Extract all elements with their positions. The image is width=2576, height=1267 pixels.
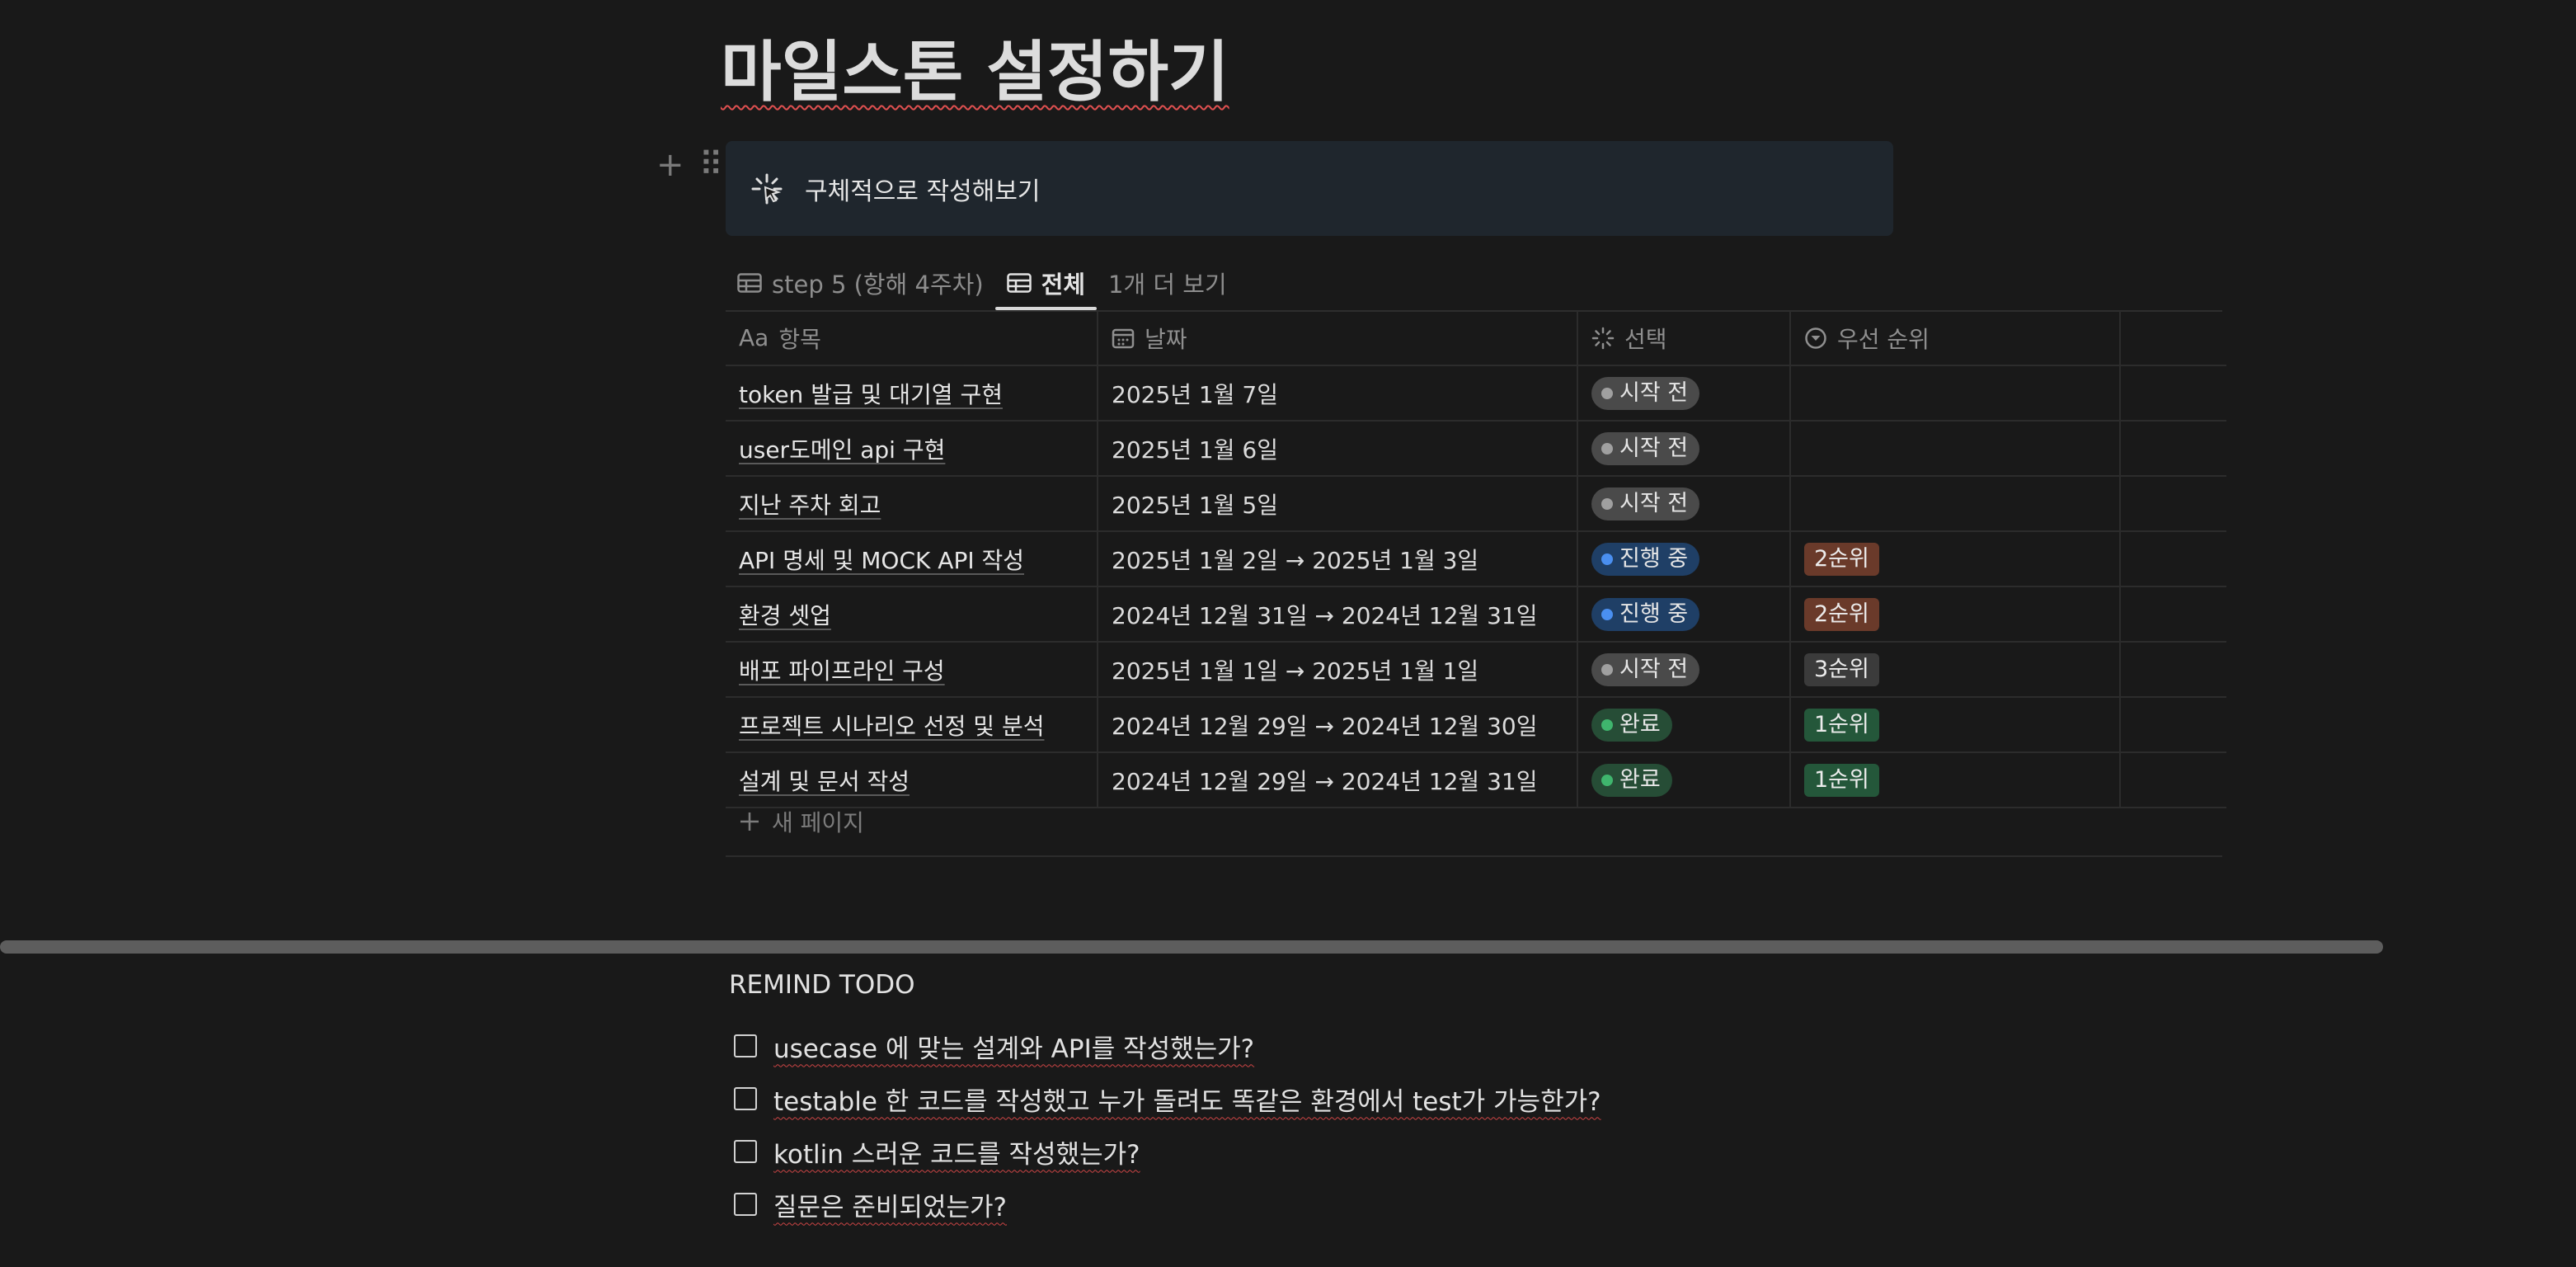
status-badge[interactable]: 진행 중 (1591, 597, 1700, 631)
tab-more[interactable]: 1개 더 보기 (1097, 256, 1239, 310)
add-block-icon[interactable]: + (656, 148, 684, 181)
todo-text[interactable]: testable 한 코드를 작성했고 누가 돌려도 똑같은 환경에서 test… (773, 1081, 1601, 1118)
table-row[interactable]: 배포 파이프라인 구성 2025년 1월 1일 → 2025년 1월 1일 시작… (726, 642, 2226, 698)
status-badge[interactable]: 완료 (1591, 763, 1672, 797)
tab-step5[interactable]: step 5 (항해 4주차) (726, 256, 995, 310)
tab-all[interactable]: 전체 (994, 256, 1098, 310)
row-priority-empty[interactable] (1790, 421, 2121, 477)
todo-list: usecase 에 맞는 설계와 API를 작성했는가? testable 한 … (734, 1020, 1601, 1231)
row-priority-empty[interactable] (1790, 476, 2121, 532)
table-icon (1006, 273, 1032, 293)
row-date: 2025년 1월 5일 (1098, 476, 1578, 532)
select-icon (1805, 327, 1826, 349)
todo-item: 질문은 준비되었는가? (734, 1178, 1601, 1231)
todo-text[interactable]: kotlin 스러운 코드를 작성했는가? (773, 1133, 1140, 1170)
column-header-status[interactable]: 선택 (1577, 311, 1791, 366)
status-dot (1601, 387, 1613, 399)
todo-item: kotlin 스러운 코드를 작성했는가? (734, 1125, 1601, 1178)
table-row[interactable]: token 발급 및 대기열 구현 2025년 1월 7일 시작 전 (726, 365, 2226, 422)
row-name[interactable]: 설계 및 문서 작성 (726, 752, 1098, 808)
todo-item: testable 한 코드를 작성했고 누가 돌려도 똑같은 환경에서 test… (734, 1072, 1601, 1125)
todo-checkbox[interactable] (734, 1087, 757, 1110)
tab-label: 1개 더 보기 (1108, 271, 1227, 299)
status-dot (1601, 553, 1613, 565)
column-header-priority[interactable]: 우선 순위 (1790, 311, 2121, 366)
column-header-add[interactable] (2120, 311, 2226, 366)
priority-tag[interactable]: 2순위 (1804, 542, 1879, 576)
todo-item: usecase 에 맞는 설계와 API를 작성했는가? (734, 1020, 1601, 1072)
callout-text: 구체적으로 작성해보기 (805, 177, 1041, 206)
row-priority-empty[interactable] (1790, 365, 2121, 422)
status-icon (1591, 327, 1615, 349)
tab-label: step 5 (항해 4주차) (772, 271, 984, 299)
row-name[interactable]: 배포 파이프라인 구성 (726, 642, 1098, 698)
new-page-label: 새 페이지 (772, 809, 864, 836)
plus-icon (740, 812, 759, 831)
row-name[interactable]: token 발급 및 대기열 구현 (726, 365, 1098, 422)
tab-label: 전체 (1041, 271, 1086, 299)
block-handles: + ⠿ (656, 148, 723, 181)
row-name[interactable]: 환경 셋업 (726, 586, 1098, 643)
new-page-button[interactable]: 새 페이지 (739, 805, 864, 838)
horizontal-scrollbar[interactable] (0, 940, 2383, 954)
row-date: 2024년 12월 29일 → 2024년 12월 31일 (1098, 752, 1578, 808)
table-row[interactable]: API 명세 및 MOCK API 작성 2025년 1월 2일 → 2025년… (726, 531, 2226, 587)
table-row[interactable]: 지난 주차 회고 2025년 1월 5일 시작 전 (726, 476, 2226, 532)
view-tabs: step 5 (항해 4주차) 전체 1개 더 보기 (726, 256, 2222, 310)
status-badge[interactable]: 시작 전 (1591, 487, 1700, 520)
status-badge[interactable]: 완료 (1591, 708, 1672, 742)
row-name[interactable]: API 명세 및 MOCK API 작성 (726, 531, 1098, 587)
priority-tag[interactable]: 2순위 (1804, 597, 1879, 631)
status-badge[interactable]: 시작 전 (1591, 652, 1700, 686)
table-icon (737, 273, 762, 293)
row-date: 2024년 12월 31일 → 2024년 12월 31일 (1098, 586, 1578, 643)
column-header-date[interactable]: 날짜 (1098, 311, 1578, 366)
callout-block[interactable]: 구체적으로 작성해보기 (726, 141, 1893, 236)
calendar-icon (1112, 328, 1135, 348)
status-dot (1601, 718, 1613, 731)
status-dot (1601, 774, 1613, 786)
priority-tag[interactable]: 1순위 (1804, 708, 1879, 742)
todo-text[interactable]: usecase 에 맞는 설계와 API를 작성했는가? (773, 1028, 1254, 1065)
table-row[interactable]: 환경 셋업 2024년 12월 31일 → 2024년 12월 31일 진행 중… (726, 586, 2226, 643)
row-name[interactable]: 지난 주차 회고 (726, 476, 1098, 532)
column-header-name[interactable]: Aa 항목 (726, 311, 1098, 366)
row-name[interactable]: user도메인 api 구현 (726, 421, 1098, 477)
database-table: Aa 항목 날짜 선택 우선 순위 token 발급 및 대기열 구현 2025… (726, 311, 2226, 808)
todo-checkbox[interactable] (734, 1140, 757, 1163)
status-badge[interactable]: 진행 중 (1591, 542, 1700, 576)
priority-tag[interactable]: 1순위 (1804, 763, 1879, 797)
todo-text[interactable]: 질문은 준비되었는가? (773, 1186, 1007, 1223)
status-dot (1601, 442, 1613, 455)
status-dot (1601, 663, 1613, 676)
divider (726, 855, 2222, 857)
todo-checkbox[interactable] (734, 1034, 757, 1057)
text-property-icon: Aa (739, 324, 769, 351)
row-date: 2025년 1월 7일 (1098, 365, 1578, 422)
priority-tag[interactable]: 3순위 (1804, 652, 1879, 686)
status-badge[interactable]: 시작 전 (1591, 376, 1700, 410)
notion-page: 마일스톤 설정하기 + ⠿ 구체적으로 작성해보기 step 5 (항해 4주차… (0, 0, 2576, 1267)
table-row[interactable]: 프로젝트 시나리오 선정 및 분석 2024년 12월 29일 → 2024년 … (726, 697, 2226, 753)
status-badge[interactable]: 시작 전 (1591, 431, 1700, 465)
table-row[interactable]: user도메인 api 구현 2025년 1월 6일 시작 전 (726, 421, 2226, 477)
status-dot (1601, 497, 1613, 510)
todo-checkbox[interactable] (734, 1193, 757, 1216)
row-date: 2025년 1월 6일 (1098, 421, 1578, 477)
remind-heading: REMIND TODO (729, 970, 915, 1000)
table-row[interactable]: 설계 및 문서 작성 2024년 12월 29일 → 2024년 12월 31일… (726, 752, 2226, 808)
table-header-row: Aa 항목 날짜 선택 우선 순위 (726, 311, 2226, 366)
drag-handle-icon[interactable]: ⠿ (699, 148, 723, 181)
page-title[interactable]: 마일스톤 설정하기 (721, 31, 1229, 114)
row-date: 2024년 12월 29일 → 2024년 12월 30일 (1098, 697, 1578, 753)
row-date: 2025년 1월 1일 → 2025년 1월 1일 (1098, 642, 1578, 698)
row-name[interactable]: 프로젝트 시나리오 선정 및 분석 (726, 697, 1098, 753)
row-date: 2025년 1월 2일 → 2025년 1월 3일 (1098, 531, 1578, 587)
status-dot (1601, 608, 1613, 620)
loading-spinner-icon (751, 173, 783, 204)
